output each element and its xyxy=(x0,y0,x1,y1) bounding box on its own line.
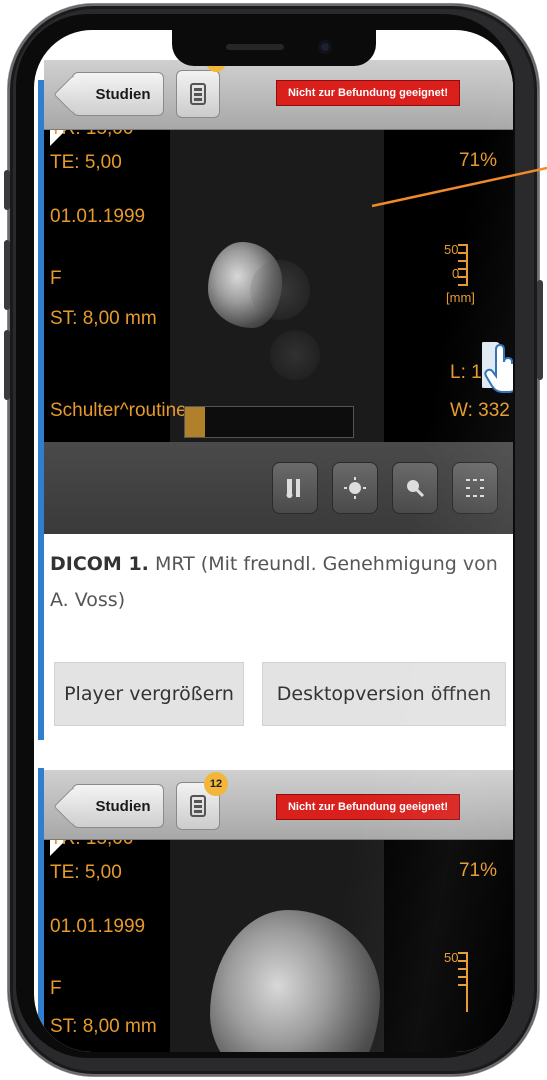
mri-image xyxy=(170,130,384,442)
open-desktop-version-button[interactable]: Desktopversion öffnen xyxy=(262,662,506,726)
slice-thickness-label-2: ST: 8,00 mm xyxy=(50,1016,157,1037)
dicom-viewport[interactable]: TR: 15,00 TE: 5,00 01.01.1999 F ST: 8,00… xyxy=(44,130,513,442)
brightness-tool-button[interactable] xyxy=(332,462,378,514)
mri-image-2 xyxy=(170,840,384,1052)
zoom-label: 71% xyxy=(458,150,497,171)
layout-grid-icon xyxy=(466,479,484,497)
annotation-tool-button[interactable] xyxy=(272,462,318,514)
window-width-label: W: 332 xyxy=(450,400,510,421)
series-icon xyxy=(190,795,206,817)
tissue-texture xyxy=(270,330,320,380)
slice-thickness-label: ST: 8,00 mm xyxy=(50,308,157,329)
slice-progress-fill xyxy=(185,407,206,437)
dicom-viewport-2[interactable]: TR: 15,00 TE: 5,00 01.01.1999 F ST: 8,00… xyxy=(44,840,513,1052)
touch-hand-icon xyxy=(482,342,513,393)
series-button[interactable] xyxy=(176,70,220,118)
scale-top-label-2: 50 xyxy=(444,950,459,965)
not-for-diagnosis-warning-2: Nicht zur Befundung geeignet! xyxy=(276,794,460,820)
scale-top-label: 50 xyxy=(444,242,459,257)
enlarge-player-button[interactable]: Player vergrößern xyxy=(54,662,244,726)
player-toolbar: Studien Nicht zur Befundung geeignet! xyxy=(44,52,513,130)
viewer-tools-bar xyxy=(44,442,513,534)
volume-up-button xyxy=(4,240,10,310)
player-toolbar-2: Studien 12 Nicht zur Befundung geeignet! xyxy=(44,770,513,840)
earpiece-speaker xyxy=(226,44,284,50)
shoulder-structure-2 xyxy=(210,910,380,1052)
te-label: TE: 5,00 xyxy=(50,152,122,173)
protocol-label: Schulter^routine xyxy=(50,400,187,421)
back-to-studies-button[interactable]: Studien xyxy=(72,72,164,116)
mute-switch xyxy=(4,170,10,210)
study-date-label: 01.01.1999 xyxy=(50,206,146,227)
te-label-2: TE: 5,00 xyxy=(50,862,122,883)
volume-down-button xyxy=(4,330,10,400)
not-for-diagnosis-warning: Nicht zur Befundung geeignet! xyxy=(276,80,460,106)
phone-screen: Studien Nicht zur Befundung geeignet! TR… xyxy=(34,30,513,1052)
figure-caption: DICOM 1. MRT (Mit freundl. Genehmigung v… xyxy=(50,546,508,618)
series-count-badge-2: 12 xyxy=(204,772,228,796)
tr-label-2: TR: 15,00 xyxy=(50,840,133,850)
study-date-label-2: 01.01.1999 xyxy=(50,916,146,937)
caption-bold: DICOM 1. xyxy=(50,553,149,575)
back-button-label: Studien xyxy=(95,85,151,103)
brightness-icon xyxy=(344,477,366,499)
layout-tool-button[interactable] xyxy=(452,462,498,514)
patient-sex-label-2: F xyxy=(50,978,62,999)
back-to-studies-button-2[interactable]: Studien xyxy=(72,784,164,828)
length-scale-2 xyxy=(458,952,468,1012)
patient-sex-label: F xyxy=(50,268,62,289)
slice-progress-bar[interactable] xyxy=(184,406,354,438)
pen-tools-icon xyxy=(286,479,300,498)
back-button-label-2: Studien xyxy=(95,797,151,815)
power-button xyxy=(537,280,543,380)
zoom-tool-button[interactable] xyxy=(392,462,438,514)
zoom-icon xyxy=(407,480,425,498)
zoom-label-2: 71% xyxy=(458,860,497,881)
web-page: Studien Nicht zur Befundung geeignet! TR… xyxy=(34,30,513,1052)
scale-unit-label: [mm] xyxy=(446,290,475,305)
series-icon xyxy=(190,83,206,105)
tissue-texture xyxy=(250,260,310,320)
front-camera xyxy=(318,40,332,54)
tr-label: TR: 15,00 xyxy=(50,130,133,140)
length-scale xyxy=(458,244,468,286)
